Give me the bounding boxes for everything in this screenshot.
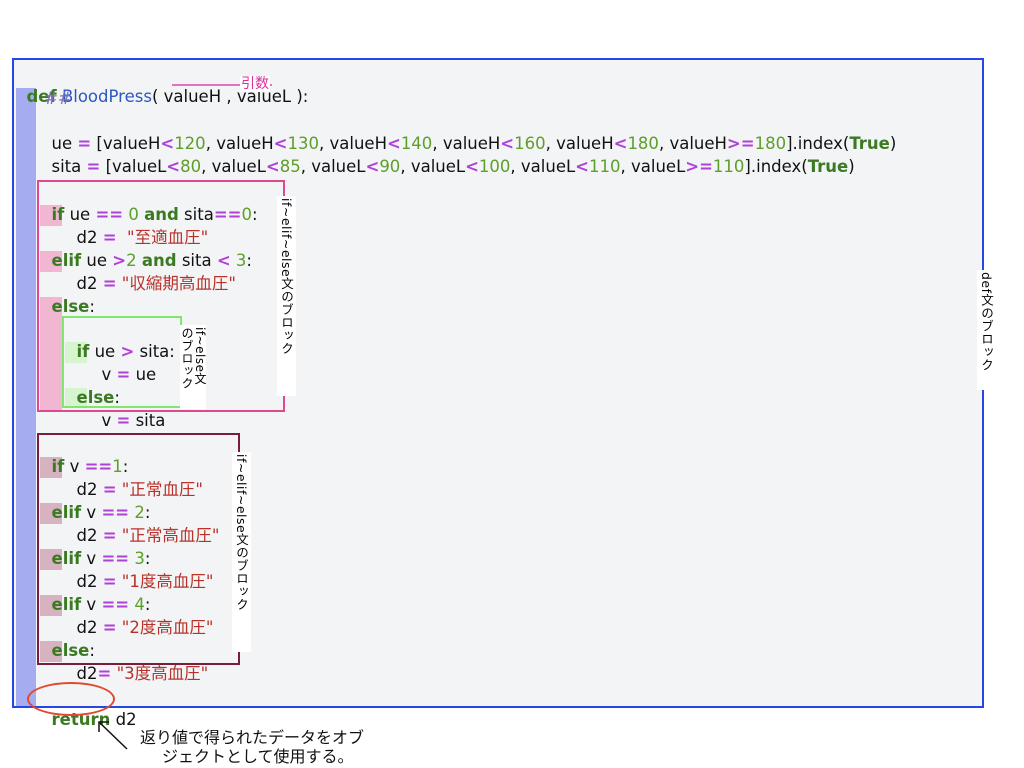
block1-label: if~elif~else文のブロック bbox=[277, 196, 296, 396]
ifelse-block-label: if~else文 のブロック bbox=[180, 325, 207, 409]
string-literal: "収縮期高血圧" bbox=[121, 274, 236, 293]
sita-lhs: sita bbox=[51, 157, 87, 176]
block1-else-line: else: bbox=[41, 274, 95, 318]
else-keyword: else bbox=[51, 297, 90, 316]
colon: : bbox=[251, 205, 258, 224]
sita-item-num: 80 bbox=[180, 157, 202, 176]
assign-operator: = bbox=[116, 411, 131, 430]
if-keyword: if bbox=[76, 342, 90, 361]
comment-line: ## bbox=[44, 89, 72, 108]
sita-item-num: 110 bbox=[712, 157, 745, 176]
sita-end: ) bbox=[848, 157, 855, 176]
value-text: ue bbox=[130, 365, 157, 384]
ue-true-keyword: True bbox=[849, 134, 890, 153]
inner-v-sita-line: v = sita bbox=[91, 388, 166, 432]
sita-item-num: 90 bbox=[379, 157, 401, 176]
ue-end: ) bbox=[889, 134, 897, 153]
function-name: BloodPress bbox=[61, 87, 152, 106]
args-label: 引数 bbox=[240, 76, 270, 92]
colon: : bbox=[89, 297, 95, 316]
number: 0 bbox=[241, 205, 252, 224]
if-keyword: if bbox=[51, 205, 65, 224]
sita-item-op: < bbox=[575, 157, 589, 176]
v-var: v bbox=[101, 411, 117, 430]
sita-item-var: valueL bbox=[520, 157, 576, 176]
sita-item-var: valueL bbox=[211, 157, 266, 176]
return-note: 返り値で得られたデータをオブ ジェクトとして使用する。 bbox=[140, 728, 364, 766]
value-text: sita bbox=[130, 411, 166, 430]
sita-item-op: < bbox=[365, 157, 380, 176]
def-block-label: def文のブロック bbox=[977, 270, 996, 390]
assign-operator: = bbox=[97, 664, 112, 683]
sita-item-op: < bbox=[166, 157, 181, 176]
block2-label: if~elif~else文のブロック bbox=[232, 452, 251, 652]
def-block-indent-bar bbox=[16, 88, 36, 706]
sita-true-keyword: True bbox=[807, 157, 849, 176]
sita-item-var: valueL bbox=[410, 157, 466, 176]
sita-item-op: >= bbox=[685, 157, 713, 176]
assign-operator: = bbox=[102, 274, 117, 293]
note-arrow bbox=[98, 721, 128, 750]
sita-line: sita = [valueL<80, valueL<85, valueL<90,… bbox=[51, 157, 855, 176]
sita-tail: ].index( bbox=[744, 157, 808, 176]
return-note-line-2: ジェクトとして使用する。 bbox=[162, 747, 354, 766]
block2-d2-line-5: d2= "3度高血圧" bbox=[66, 641, 209, 685]
open-paren: ( bbox=[151, 87, 164, 106]
colon: : bbox=[246, 251, 252, 270]
sita-item-num: 85 bbox=[279, 157, 301, 176]
close-paren: ): bbox=[291, 87, 309, 106]
sita-item-num: 110 bbox=[589, 157, 621, 176]
assign-operator: = bbox=[102, 618, 117, 637]
sita-item-num: 100 bbox=[478, 157, 511, 176]
sita-item-var: valueL bbox=[631, 157, 686, 176]
sita-item-var: valueL bbox=[112, 157, 167, 176]
return-highlight-circle bbox=[27, 682, 115, 716]
param-valueH: valueH bbox=[163, 87, 222, 106]
sita-item-op: < bbox=[465, 157, 479, 176]
d2-var: d2 bbox=[76, 664, 98, 683]
ifelse-label-part-2: のブロック bbox=[180, 327, 194, 390]
param-comma: , bbox=[221, 87, 237, 106]
sita-assign: = bbox=[86, 157, 101, 176]
string-literal: "3度高血圧" bbox=[116, 664, 209, 683]
string-literal: "2度高血圧" bbox=[121, 618, 214, 637]
return-note-line-1: 返り値で得られたデータをオブ bbox=[140, 728, 365, 747]
eq-operator: == bbox=[213, 205, 242, 224]
sita-item-var: valueL bbox=[311, 157, 366, 176]
ifelse-label-part-1: if~else文 bbox=[193, 327, 207, 385]
if-keyword: if bbox=[51, 457, 65, 476]
sita-item-op: < bbox=[265, 157, 280, 176]
